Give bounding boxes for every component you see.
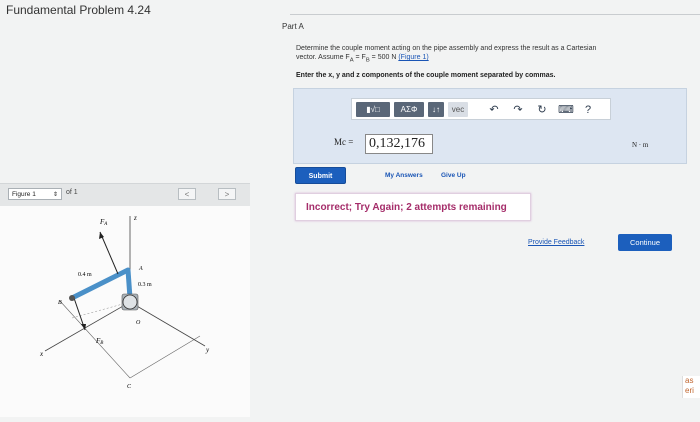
figure-select-value: Figure 1 [12, 191, 36, 198]
keyboard-icon[interactable]: ⌨ [558, 103, 574, 117]
ground-line [129, 335, 201, 379]
my-answers-link[interactable]: My Answers [385, 172, 423, 179]
dashed-line [71, 301, 131, 319]
point-c-label: C [127, 384, 132, 390]
support-base [122, 294, 138, 310]
next-figure-button[interactable]: > [218, 188, 236, 200]
feedback-message: Incorrect; Try Again; 2 attempts remaini… [306, 202, 507, 213]
page-title: Fundamental Problem 4.24 [6, 3, 151, 17]
vector-button[interactable]: vec [448, 102, 468, 117]
y-axis [129, 301, 206, 347]
edge-tab[interactable]: as eri [682, 376, 700, 398]
fb-label: FB [95, 337, 103, 346]
prev-figure-button[interactable]: < [178, 188, 196, 200]
problem-prompt: Determine the couple moment acting on th… [296, 45, 597, 64]
force-fa-arrow [99, 231, 119, 275]
provide-feedback-link[interactable]: Provide Feedback [528, 239, 584, 246]
point-a-label: A [138, 266, 143, 272]
math-toolbar: ▮√□ ΑΣΦ ↓↑ vec ↶ ↷ ↻ ⌨ ? [351, 98, 611, 120]
mc-label: Mc = [334, 137, 354, 147]
dim-label-1: 0.4 m [78, 272, 92, 278]
divider [290, 14, 700, 15]
instruction-text: Enter the x, y and z components of the c… [296, 72, 556, 79]
ground-line [59, 300, 131, 379]
figure-nav-bar: Figure 1 ⇕ of 1 < > [0, 183, 250, 207]
z-label: z [133, 214, 137, 222]
give-up-link[interactable]: Give Up [441, 172, 466, 179]
subscript-button[interactable]: ↓↑ [428, 102, 444, 117]
point-b-label: B [58, 300, 62, 306]
pipe-assembly-diagram: FA z 0.4 m A 0.3 m B O FB x y C [39, 214, 210, 390]
y-label: y [205, 346, 210, 354]
select-caret-icon: ⇕ [52, 192, 58, 198]
x-axis [44, 301, 131, 352]
arrowhead-icon [99, 232, 104, 239]
feedback-box: Incorrect; Try Again; 2 attempts remaini… [295, 193, 531, 221]
submit-button[interactable]: Submit [295, 167, 346, 184]
figure-pane: FA z 0.4 m A 0.3 m B O FB x y C [0, 206, 250, 417]
part-label: Part A [282, 22, 304, 31]
templates-button[interactable]: ▮√□ [356, 102, 390, 117]
unit-label: N · m [632, 141, 649, 149]
continue-button[interactable]: Continue [618, 234, 672, 251]
figure-select[interactable]: Figure 1 ⇕ [8, 188, 62, 200]
problem-panel: Part A Determine the couple moment actin… [270, 0, 700, 417]
dim-label-2: 0.3 m [138, 282, 152, 288]
redo-icon[interactable]: ↷ [512, 103, 524, 117]
x-label: x [39, 350, 44, 358]
answer-box: ▮√□ ΑΣΦ ↓↑ vec ↶ ↷ ↻ ⌨ ? Mc = 0,132,176 … [293, 88, 687, 164]
fa-label: FA [99, 218, 108, 227]
reset-icon[interactable]: ↻ [536, 103, 548, 117]
figure-link[interactable]: (Figure 1) [398, 54, 428, 61]
greek-button[interactable]: ΑΣΦ [394, 102, 424, 117]
help-icon[interactable]: ? [582, 103, 594, 117]
figure-count: of 1 [66, 189, 78, 196]
point-b [69, 295, 75, 301]
origin-label: O [136, 320, 141, 326]
answer-input[interactable]: 0,132,176 [365, 134, 433, 154]
undo-icon[interactable]: ↶ [488, 103, 500, 117]
